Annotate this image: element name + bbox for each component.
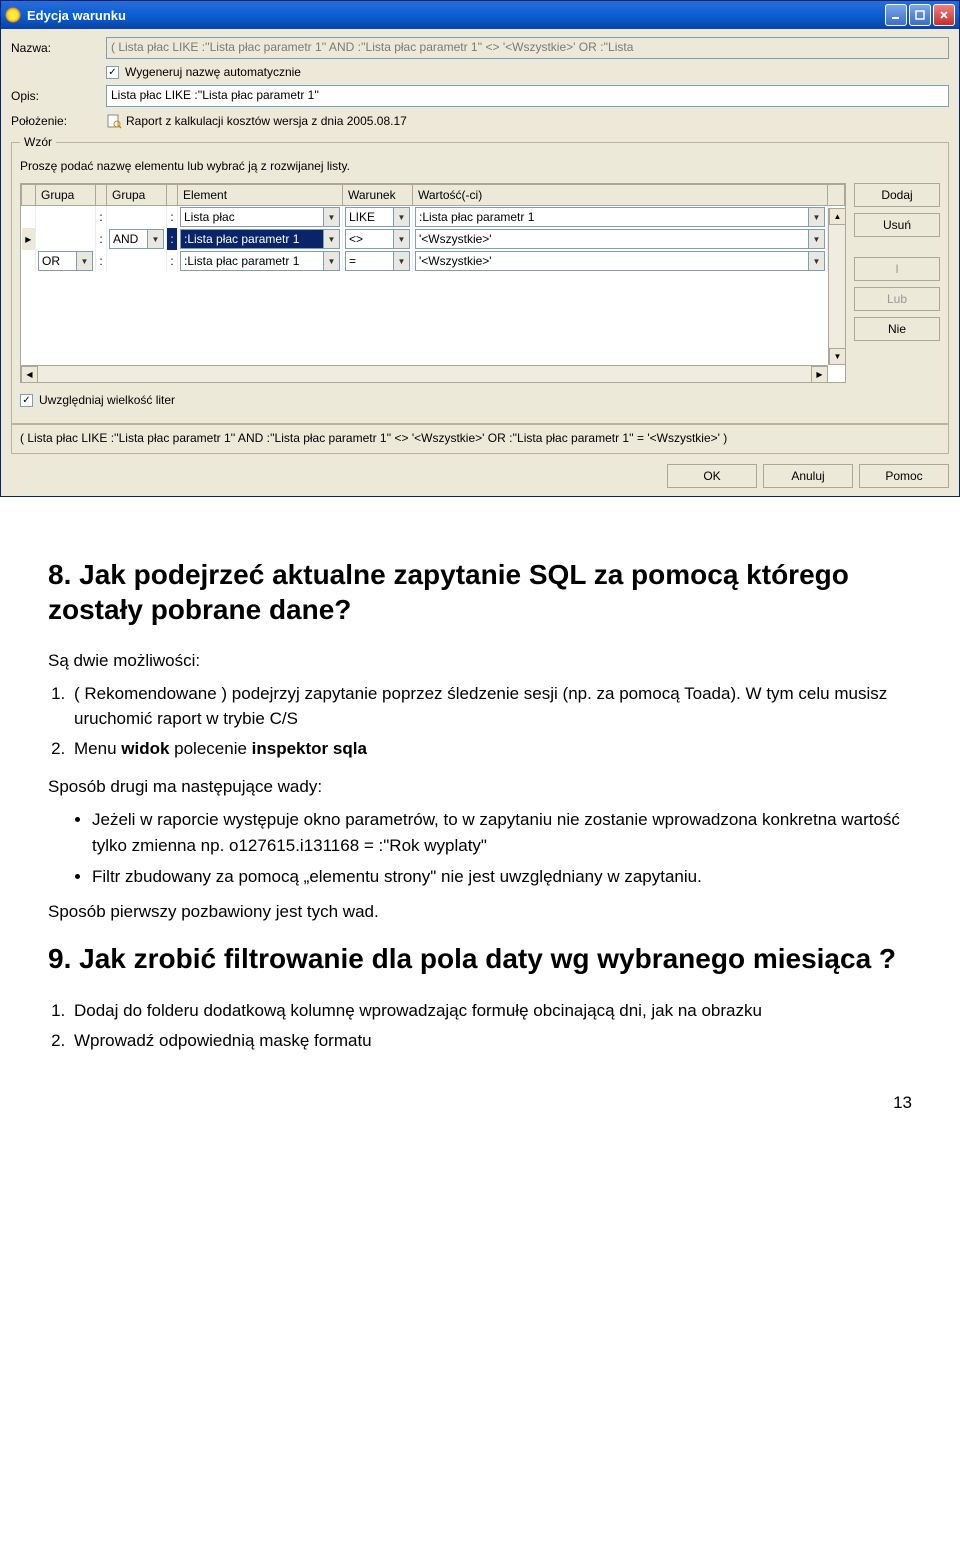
warunek-combo[interactable]: <> <box>345 229 394 249</box>
chevron-down-icon[interactable]: ▼ <box>809 251 825 271</box>
titlebar: Edycja warunku <box>1 1 959 29</box>
condition-grid: Grupa Grupa Element Warunek Wartość(-ci) <box>20 183 846 383</box>
table-row[interactable]: ▸ : AND▼ : :Lista płac parametr 1▼ <>▼ '… <box>22 228 845 250</box>
client-area: Nazwa: ( Lista płac LIKE :''Lista płac p… <box>1 29 959 496</box>
table-row[interactable]: : : Lista płac▼ LIKE▼ :Lista płac parame… <box>22 206 845 229</box>
wzor-legend: Wzór <box>20 135 56 149</box>
chevron-down-icon[interactable]: ▼ <box>809 207 825 227</box>
scroll-left-icon[interactable]: ◀ <box>21 366 38 383</box>
chevron-down-icon[interactable]: ▼ <box>809 229 825 249</box>
element-combo[interactable]: :Lista płac parametr 1 <box>180 229 324 249</box>
list-item: Wprowadź odpowiednią maskę formatu <box>70 1028 912 1054</box>
nazwa-input[interactable]: ( Lista płac LIKE :''Lista płac parametr… <box>106 37 949 59</box>
list-item: Menu widok polecenie inspektor sqla <box>70 736 912 762</box>
list-item: Dodaj do folderu dodatkową kolumnę wprow… <box>70 998 912 1024</box>
list-item: Filtr zbudowany za pomocą „elementu stro… <box>92 864 912 890</box>
app-icon <box>5 7 21 23</box>
warunek-combo[interactable]: LIKE <box>345 207 394 227</box>
ok-button[interactable]: OK <box>667 464 757 488</box>
lub-button[interactable]: Lub <box>854 287 940 311</box>
wartosc-combo[interactable]: '<Wszystkie>' <box>415 229 809 249</box>
pomoc-button[interactable]: Pomoc <box>859 464 949 488</box>
case-label: Uwzględniaj wielkość liter <box>39 393 175 407</box>
warunek-combo[interactable]: = <box>345 251 394 271</box>
dodaj-button[interactable]: Dodaj <box>854 183 940 207</box>
polozenie-value: Raport z kalkulacji kosztów wersja z dni… <box>126 114 407 128</box>
element-combo[interactable]: :Lista płac parametr 1 <box>180 251 324 271</box>
paragraph: Są dwie możliwości: <box>48 649 912 673</box>
usun-button[interactable]: Usuń <box>854 213 940 237</box>
chevron-down-icon[interactable]: ▼ <box>394 207 410 227</box>
auto-name-checkbox[interactable]: ✓ <box>106 66 119 79</box>
nie-button[interactable]: Nie <box>854 317 940 341</box>
grupa1-combo[interactable]: OR <box>38 251 77 271</box>
polozenie-label: Położenie: <box>11 114 106 128</box>
chevron-down-icon[interactable]: ▼ <box>148 229 164 249</box>
heading-9: 9. Jak zrobić filtrowanie dla pola daty … <box>48 941 912 976</box>
maximize-button[interactable] <box>909 4 931 26</box>
col-warunek[interactable]: Warunek <box>343 185 413 206</box>
horizontal-scrollbar[interactable]: ◀ ▶ <box>21 365 828 382</box>
close-button[interactable] <box>933 4 955 26</box>
wartosc-combo[interactable]: '<Wszystkie>' <box>415 251 809 271</box>
window-title: Edycja warunku <box>27 8 126 23</box>
case-checkbox[interactable]: ✓ <box>20 394 33 407</box>
nazwa-label: Nazwa: <box>11 41 106 55</box>
page-number: 13 <box>48 1093 912 1113</box>
scroll-right-icon[interactable]: ▶ <box>811 366 828 383</box>
document-body: 8. Jak podejrzeć aktualne zapytanie SQL … <box>0 557 960 1153</box>
col-grupa2[interactable]: Grupa <box>107 185 167 206</box>
opis-label: Opis: <box>11 89 106 103</box>
col-wartosc[interactable]: Wartość(-ci) <box>413 185 828 206</box>
col-element[interactable]: Element <box>178 185 343 206</box>
opis-input[interactable]: Lista płac LIKE :''Lista płac parametr 1… <box>106 85 949 107</box>
scroll-up-icon[interactable]: ▲ <box>829 208 846 225</box>
chevron-down-icon[interactable]: ▼ <box>77 251 93 271</box>
chevron-down-icon[interactable]: ▼ <box>324 207 340 227</box>
list-item: Jeżeli w raporcie występuje okno paramet… <box>92 807 912 858</box>
document-icon <box>106 113 122 129</box>
element-combo[interactable]: Lista płac <box>180 207 324 227</box>
wzor-group: Wzór Proszę podać nazwę elementu lub wyb… <box>11 135 949 424</box>
preview-text: ( Lista płac LIKE :''Lista płac parametr… <box>11 424 949 454</box>
dialog-window: Edycja warunku Nazwa: ( Lista płac LIKE … <box>0 0 960 497</box>
paragraph: Sposób pierwszy pozbawiony jest tych wad… <box>48 900 912 924</box>
chevron-down-icon[interactable]: ▼ <box>394 229 410 249</box>
table-row[interactable]: OR▼ : : :Lista płac parametr 1▼ =▼ '<Wsz… <box>22 250 845 272</box>
grupa2-combo[interactable]: AND <box>109 229 148 249</box>
minimize-button[interactable] <box>885 4 907 26</box>
chevron-down-icon[interactable]: ▼ <box>394 251 410 271</box>
chevron-down-icon[interactable]: ▼ <box>324 251 340 271</box>
wartosc-combo[interactable]: :Lista płac parametr 1 <box>415 207 809 227</box>
vertical-scrollbar[interactable]: ▲ ▼ <box>828 208 845 365</box>
col-grupa1[interactable]: Grupa <box>36 185 96 206</box>
scroll-down-icon[interactable]: ▼ <box>829 348 846 365</box>
paragraph: Sposób drugi ma następujące wady: <box>48 775 912 799</box>
auto-name-label: Wygeneruj nazwę automatycznie <box>125 65 301 79</box>
anuluj-button[interactable]: Anuluj <box>763 464 853 488</box>
list-item: ( Rekomendowane ) podejrzyj zapytanie po… <box>70 681 912 732</box>
chevron-down-icon[interactable]: ▼ <box>324 229 340 249</box>
heading-8: 8. Jak podejrzeć aktualne zapytanie SQL … <box>48 557 912 627</box>
wzor-hint: Proszę podać nazwę elementu lub wybrać j… <box>20 159 940 173</box>
i-button[interactable]: I <box>854 257 940 281</box>
